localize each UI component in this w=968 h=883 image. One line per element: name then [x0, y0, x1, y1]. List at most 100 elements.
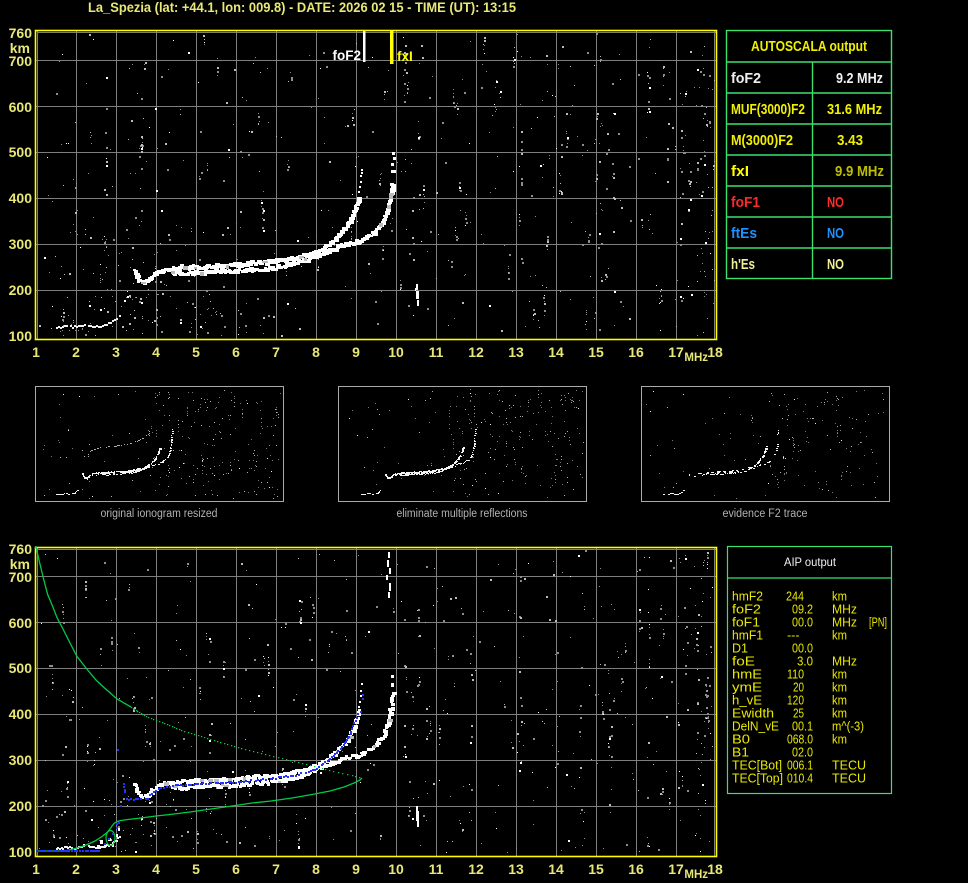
svg-text:MHz: MHz [832, 655, 857, 669]
svg-text:31.6 MHz: 31.6 MHz [827, 101, 882, 118]
svg-text:09.2: 09.2 [792, 603, 813, 617]
svg-text:B1: B1 [732, 746, 749, 760]
svg-text:km: km [10, 40, 30, 56]
svg-text:068.0: 068.0 [787, 733, 813, 747]
svg-text:13: 13 [508, 861, 524, 877]
svg-text:400: 400 [9, 706, 33, 722]
svg-text:16: 16 [628, 344, 644, 360]
svg-text:MUF(3000)F2: MUF(3000)F2 [731, 101, 805, 118]
svg-text:600: 600 [9, 99, 33, 115]
svg-text:M(3000)F2: M(3000)F2 [731, 132, 793, 149]
svg-text:MHz: MHz [684, 352, 708, 364]
svg-text:600: 600 [9, 615, 33, 631]
svg-text:5: 5 [192, 861, 200, 877]
svg-text:7: 7 [272, 344, 280, 360]
svg-text:TEC[Top]: TEC[Top] [732, 772, 783, 786]
svg-text:110: 110 [787, 668, 804, 682]
svg-text:13: 13 [508, 344, 524, 360]
svg-text:MHz: MHz [832, 603, 857, 617]
svg-text:15: 15 [588, 861, 604, 877]
svg-text:1: 1 [32, 344, 40, 360]
svg-text:200: 200 [9, 282, 33, 298]
svg-text:11: 11 [429, 344, 444, 360]
svg-text:5: 5 [192, 344, 200, 360]
svg-text:km: km [832, 733, 847, 747]
svg-text:00.0: 00.0 [792, 642, 813, 656]
svg-text:14: 14 [548, 861, 564, 877]
svg-text:hmF2: hmF2 [732, 590, 763, 604]
svg-text:eliminate multiple reflections: eliminate multiple reflections [397, 508, 528, 520]
svg-text:500: 500 [9, 660, 33, 676]
svg-text:NO: NO [827, 256, 844, 273]
svg-text:9: 9 [352, 344, 360, 360]
svg-text:fxI: fxI [731, 163, 749, 180]
svg-text:14: 14 [548, 344, 564, 360]
svg-text:12: 12 [468, 861, 484, 877]
svg-text:12: 12 [468, 344, 484, 360]
svg-text:NO: NO [827, 194, 844, 211]
svg-text:25: 25 [793, 707, 804, 721]
svg-text:MHz: MHz [832, 616, 857, 630]
svg-text:010.4: 010.4 [787, 772, 813, 786]
svg-text:10: 10 [388, 344, 404, 360]
svg-text:km: km [832, 590, 847, 604]
svg-text:760: 760 [9, 25, 33, 41]
svg-text:3: 3 [112, 344, 120, 360]
svg-text:foF2: foF2 [732, 603, 761, 617]
svg-text:8: 8 [312, 861, 320, 877]
svg-text:hmF1: hmF1 [732, 629, 763, 643]
svg-text:500: 500 [9, 144, 33, 160]
svg-text:7: 7 [272, 861, 280, 877]
svg-text:400: 400 [9, 190, 33, 206]
svg-text:fxI: fxI [397, 49, 413, 64]
svg-text:[PN]: [PN] [869, 616, 887, 630]
svg-text:100: 100 [9, 328, 33, 344]
svg-text:20: 20 [793, 681, 804, 695]
svg-text:006.1: 006.1 [787, 759, 813, 773]
svg-text:6: 6 [232, 861, 240, 877]
svg-text:2: 2 [72, 344, 80, 360]
svg-text:AIP output: AIP output [784, 555, 837, 569]
svg-text:300: 300 [9, 236, 33, 252]
svg-text:00.0: 00.0 [792, 616, 813, 630]
svg-text:La_Spezia (lat: +44.1, lon: 00: La_Spezia (lat: +44.1, lon: 009.8) - DAT… [88, 0, 516, 15]
svg-text:17: 17 [668, 344, 684, 360]
svg-text:18: 18 [707, 344, 723, 360]
svg-text:evidence F2 trace: evidence F2 trace [723, 508, 808, 520]
svg-text:foE: foE [732, 655, 755, 669]
svg-text:km: km [832, 681, 847, 695]
svg-text:8: 8 [312, 344, 320, 360]
svg-text:200: 200 [9, 798, 33, 814]
svg-text:ftEs: ftEs [731, 225, 757, 242]
svg-text:15: 15 [588, 344, 604, 360]
svg-text:3: 3 [112, 861, 120, 877]
svg-text:km: km [10, 556, 30, 572]
svg-text:TECU: TECU [832, 759, 866, 773]
svg-text:foF2: foF2 [333, 48, 362, 63]
svg-text:foF1: foF1 [732, 616, 760, 630]
svg-text:km: km [832, 629, 847, 643]
svg-text:4: 4 [152, 344, 160, 360]
svg-text:3.0: 3.0 [797, 655, 813, 669]
svg-text:100: 100 [9, 844, 33, 860]
svg-text:foF1: foF1 [731, 194, 760, 211]
svg-text:h_vE: h_vE [732, 694, 762, 708]
svg-text:foF2: foF2 [731, 70, 761, 87]
svg-text:B0: B0 [732, 733, 750, 747]
svg-text:120: 120 [787, 694, 804, 708]
svg-text:---: --- [787, 629, 800, 643]
svg-text:02.0: 02.0 [792, 746, 813, 760]
svg-text:Ewidth: Ewidth [732, 707, 774, 721]
svg-text:MHz: MHz [684, 869, 708, 881]
svg-text:6: 6 [232, 344, 240, 360]
svg-text:AUTOSCALA output: AUTOSCALA output [751, 39, 867, 55]
svg-text:9: 9 [352, 861, 360, 877]
svg-text:00.1: 00.1 [792, 720, 813, 734]
svg-text:3.43: 3.43 [837, 132, 863, 149]
svg-text:300: 300 [9, 752, 33, 768]
svg-text:4: 4 [152, 861, 160, 877]
svg-text:18: 18 [707, 861, 723, 877]
svg-text:16: 16 [628, 861, 644, 877]
svg-text:244: 244 [786, 590, 804, 604]
svg-text:17: 17 [668, 861, 684, 877]
